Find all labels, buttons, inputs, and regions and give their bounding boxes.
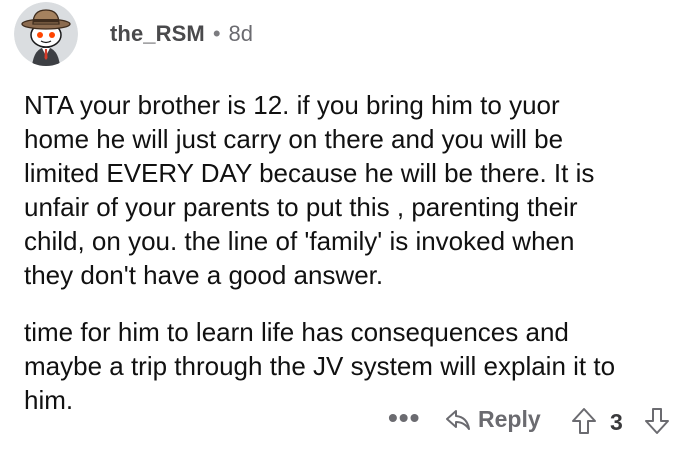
reply-arrow-icon: [444, 407, 472, 433]
comment-actions: ••• Reply 3: [0, 400, 700, 444]
vote-score: 3: [610, 409, 623, 435]
upvote-button[interactable]: [570, 406, 598, 436]
avatar[interactable]: [14, 2, 78, 66]
reply-button[interactable]: Reply: [444, 406, 541, 433]
comment: the_RSM • 8d NTA your brother is 12. if …: [0, 0, 700, 453]
comment-author[interactable]: the_RSM: [110, 21, 205, 47]
comment-paragraph: NTA your brother is 12. if you bring him…: [24, 90, 595, 290]
comment-age: 8d: [228, 21, 254, 46]
reply-label: Reply: [478, 406, 541, 432]
more-options-button[interactable]: •••: [388, 402, 420, 434]
snoo-cowboy-avatar-icon: [14, 2, 78, 66]
downvote-button[interactable]: [643, 406, 671, 436]
comment-body: NTA your brother is 12. if you bring him…: [24, 88, 684, 417]
meta-separator: •: [212, 21, 221, 46]
comment-header: the_RSM • 8d: [14, 2, 253, 66]
upvote-arrow-icon: [570, 406, 598, 436]
downvote-arrow-icon: [643, 406, 671, 436]
